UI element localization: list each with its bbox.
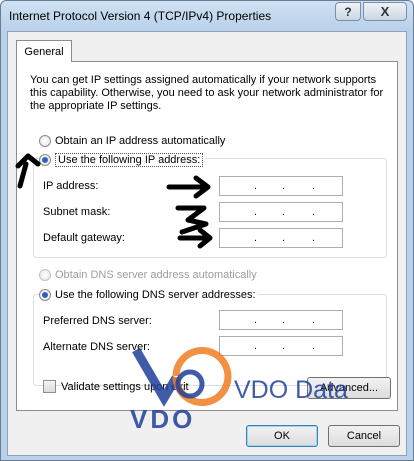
default-gateway-input[interactable]: ... xyxy=(219,228,343,248)
arrow-annotation-icon xyxy=(175,205,213,249)
tab-general-label: General xyxy=(24,45,64,58)
dns-auto-option[interactable]: Obtain DNS server address automatically xyxy=(39,269,257,281)
subnet-mask-label: Subnet mask: xyxy=(43,206,111,218)
alternate-dns-label: Alternate DNS server: xyxy=(43,341,150,353)
advanced-button[interactable]: Advanced... xyxy=(307,377,391,399)
validate-checkbox[interactable] xyxy=(43,380,56,393)
alternate-dns-input[interactable]: ... xyxy=(219,336,343,356)
ok-button[interactable]: OK xyxy=(246,425,318,447)
dns-auto-label: Obtain DNS server address automatically xyxy=(55,269,257,281)
dns-manual-radio[interactable] xyxy=(39,289,51,301)
dns-manual-label: Use the following DNS server addresses: xyxy=(55,289,256,301)
tab-general[interactable]: General xyxy=(16,40,72,62)
close-icon: X xyxy=(380,4,390,19)
title-bar[interactable]: Internet Protocol Version 4 (TCP/IPv4) P… xyxy=(1,1,413,31)
preferred-dns-input[interactable]: ... xyxy=(219,310,343,330)
validate-label: Validate settings upon exit xyxy=(61,380,189,393)
close-button[interactable]: X xyxy=(363,2,407,21)
validate-option[interactable]: Validate settings upon exit xyxy=(43,380,189,393)
ip-address-label: IP address: xyxy=(43,180,99,192)
subnet-mask-input[interactable]: ... xyxy=(219,202,343,222)
help-icon: ? xyxy=(344,4,352,19)
cancel-button[interactable]: Cancel xyxy=(328,425,400,447)
preferred-dns-label: Preferred DNS server: xyxy=(43,315,152,327)
arrow-annotation-icon xyxy=(166,175,211,199)
dns-auto-radio[interactable] xyxy=(39,269,51,281)
ip-auto-option[interactable]: Obtain an IP address automatically xyxy=(39,135,225,147)
ip-auto-radio[interactable] xyxy=(39,135,51,147)
dns-manual-option[interactable]: Use the following DNS server addresses: xyxy=(39,289,258,301)
ip-address-input[interactable]: ... xyxy=(219,176,343,196)
window-title: Internet Protocol Version 4 (TCP/IPv4) P… xyxy=(9,9,272,23)
ip-auto-label: Obtain an IP address automatically xyxy=(55,135,226,147)
default-gateway-label: Default gateway: xyxy=(43,232,125,244)
help-button[interactable]: ? xyxy=(335,2,361,21)
arrow-annotation-icon xyxy=(15,153,41,189)
ip-manual-label: Use the following IP address: xyxy=(55,153,204,167)
ip-manual-option[interactable]: Use the following IP address: xyxy=(39,153,206,167)
description-text: You can get IP settings assigned automat… xyxy=(30,74,384,112)
